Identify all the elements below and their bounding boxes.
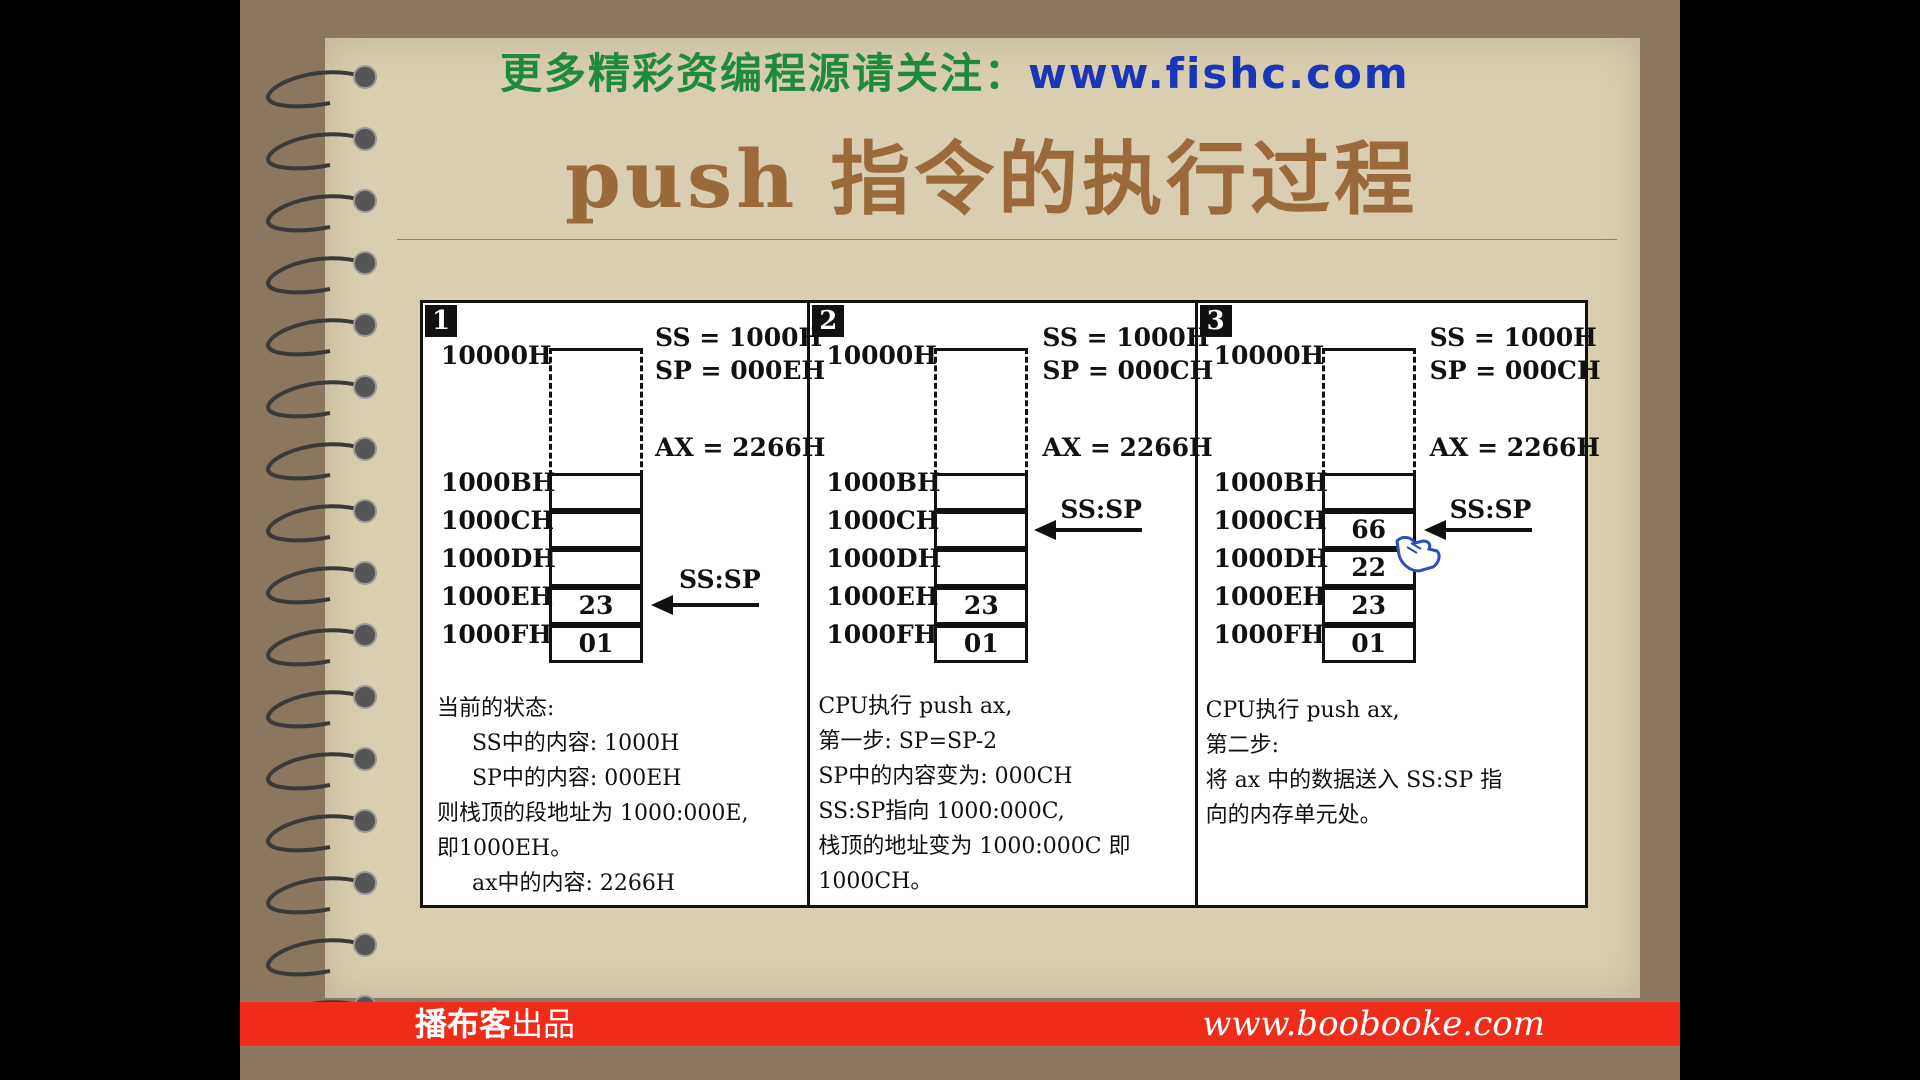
address-label: 10000H	[1213, 341, 1325, 370]
address-label: 1000FH	[441, 620, 552, 649]
panel-description: CPU执行 push ax, 第二步: 将 ax 中的数据送入 SS:SP 指 …	[1205, 698, 1503, 828]
ax-register: AX = 2266H	[1042, 433, 1213, 462]
panel-description: CPU执行 push ax, 第一步: SP=SP-2 SP中的内容变为: 00…	[818, 694, 1131, 894]
panel-1: 1 SS = 1000H SP = 000EH AX = 2266H 10000…	[423, 303, 825, 905]
promo-url[interactable]: www.fishc.com	[1028, 49, 1410, 98]
memory-cell: 23	[1321, 587, 1416, 625]
stack-upper-region	[1321, 348, 1416, 476]
address-label: 10000H	[826, 341, 937, 370]
address-label: 10000H	[441, 341, 552, 370]
address-label: 1000FH	[826, 620, 938, 649]
spiral-binding	[265, 65, 377, 1015]
promo-banner: 更多精彩资编程源请关注：www.fishc.com	[500, 40, 1410, 101]
sp-register: SP = 000CH	[1429, 356, 1601, 385]
pointer-arrow-icon	[651, 595, 759, 615]
memory-cell: 01	[1321, 625, 1416, 663]
memory-cell	[934, 511, 1029, 549]
address-label: 1000EH	[826, 582, 939, 611]
memory-cell: 23	[934, 587, 1029, 625]
address-label: 1000DH	[826, 544, 942, 573]
stack-upper-region	[934, 348, 1029, 476]
memory-cell	[934, 549, 1029, 587]
address-label: 1000CH	[826, 506, 940, 535]
memory-cell: 01	[549, 625, 643, 663]
pointer-arrow-icon	[1034, 520, 1143, 540]
address-label: 1000CH	[1213, 506, 1327, 535]
promo-text: 更多精彩资编程源请关注：	[500, 49, 1029, 98]
memory-cell	[549, 511, 643, 549]
memory-cell	[549, 549, 643, 587]
address-label: 1000BH	[1213, 468, 1328, 497]
brand-name: 播布客	[415, 1005, 512, 1043]
panel-description: 当前的状态: SS中的内容: 1000H SP中的内容: 000EH 则栈顶的段…	[437, 696, 749, 896]
hand-cursor-icon	[1395, 535, 1441, 573]
panel-number: 3	[1199, 305, 1232, 337]
footer-url[interactable]: www.boobooke.com	[1202, 1002, 1545, 1046]
panel-number: 2	[812, 305, 845, 337]
ss-sp-pointer-label: SS:SP	[679, 565, 761, 594]
address-label: 1000DH	[1213, 544, 1329, 573]
ss-register: SS = 1000H	[1042, 323, 1210, 352]
stack-diagram: 1 SS = 1000H SP = 000EH AX = 2266H 10000…	[420, 300, 1601, 908]
address-label: 1000EH	[1213, 582, 1326, 611]
ax-register: AX = 2266H	[655, 433, 826, 462]
address-label: 1000FH	[1213, 620, 1325, 649]
panel-2: 2 SS = 1000H SP = 000CH AX = 2266H 10000…	[810, 303, 1213, 905]
slide-title: push 指令的执行过程	[565, 132, 1419, 226]
address-label: 1000BH	[441, 468, 556, 497]
ax-register: AX = 2266H	[1429, 433, 1601, 462]
memory-cell	[1321, 473, 1416, 511]
memory-cell: 23	[549, 587, 643, 625]
sp-register: SP = 000EH	[655, 356, 826, 385]
footer-brand: 播布客出品	[415, 1002, 575, 1046]
ss-register: SS = 1000H	[1429, 323, 1597, 352]
brand-suffix: 出品	[511, 1005, 576, 1043]
stack-upper-region	[549, 348, 643, 476]
address-label: 1000BH	[826, 468, 941, 497]
panel-3: 3 SS = 1000H SP = 000CH AX = 2266H 10000…	[1198, 303, 1601, 905]
memory-cell	[549, 473, 643, 511]
memory-cell: 01	[934, 625, 1029, 663]
address-label: 1000DH	[441, 544, 556, 573]
address-label: 1000EH	[441, 582, 554, 611]
panel-number: 1	[425, 305, 457, 337]
sp-register: SP = 000CH	[1042, 356, 1214, 385]
address-label: 1000CH	[441, 506, 555, 535]
ss-register: SS = 1000H	[655, 323, 823, 352]
title-divider	[397, 239, 1617, 240]
memory-cell	[934, 473, 1029, 511]
